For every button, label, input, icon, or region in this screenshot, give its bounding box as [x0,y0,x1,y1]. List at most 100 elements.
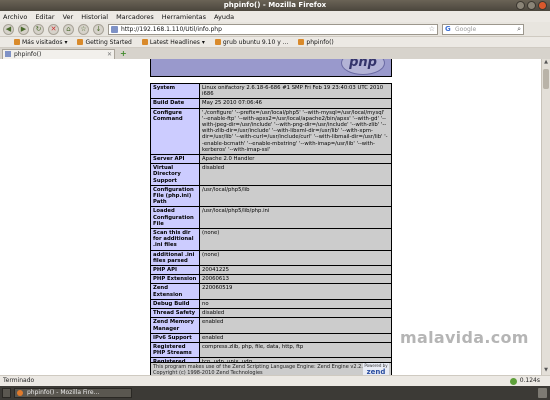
row-value: (none) [199,249,392,267]
table-row: PHP API 20041225 [150,265,392,276]
row-key: Debug Build [150,298,200,310]
google-icon: G [445,25,451,33]
url-bar[interactable]: http://192.168.1.110/Util/info.php ☆ [108,24,438,35]
table-row: Scan this dir for additional .ini files(… [150,228,392,251]
scroll-down-icon[interactable]: ▼ [542,367,550,375]
bookmarks-toolbar: Más visitados ▾ Getting Started Latest H… [0,37,550,48]
row-key: Registered PHP Streams [150,341,200,359]
table-row: Registered PHP Streams compress.zlib, php… [150,341,392,359]
download-button[interactable]: ↓ [93,24,104,35]
close-button[interactable] [538,1,547,10]
menu-archivo[interactable]: Archivo [3,13,27,21]
reload-button[interactable]: ↻ [33,24,44,35]
tab-label: phpinfo() [14,51,42,58]
tab-bar: phpinfo() ✕ + [0,48,550,59]
row-key: Scan this dir for additional .ini files [150,228,200,251]
menu-ayuda[interactable]: Ayuda [214,13,234,21]
row-value: Apache 2.0 Handler [199,154,392,165]
stop-button[interactable]: ✕ [48,24,59,35]
row-value: (none) [199,228,392,251]
scrollbar-thumb[interactable] [543,69,549,89]
row-key: PHP Extension [150,274,200,285]
table-row: Configure Command './configure' '--prefix… [150,107,392,156]
firefox-icon [17,390,23,396]
vertical-scrollbar[interactable]: ▲ ▼ [541,59,550,375]
row-key: Configure Command [150,107,200,156]
window-title: phpinfo() - Mozilla Firefox [223,1,327,9]
close-tab-icon[interactable]: ✕ [107,50,112,59]
row-value: May 25 2010 07:06:46 [199,98,392,109]
menu-historial[interactable]: Historial [81,13,108,21]
bookmark-button[interactable]: ☆ [78,24,89,35]
row-value: enabled [199,317,392,334]
forward-button[interactable]: ▶ [18,24,29,35]
zend-footer: This program makes use of the Zend Scrip… [150,362,392,375]
row-key: Build Date [150,98,200,109]
minimize-button[interactable] [516,1,525,10]
forward-arrow-icon: ▶ [20,25,27,33]
window-controls [516,1,547,10]
url-text: http://192.168.1.110/Util/info.php [121,26,222,33]
page-icon [214,39,221,45]
table-row: Zend Memory Manager enabled [150,317,392,334]
site-favicon-icon [111,26,118,33]
status-timer: 0.124s [519,377,540,384]
back-button[interactable]: ◀ [3,24,14,35]
taskbar-window-label: phpinfo() - Mozilla Fire... [27,389,100,396]
row-key: additional .ini files parsed [150,249,200,267]
taskbar-firefox-window[interactable]: phpinfo() - Mozilla Fire... [14,388,132,398]
bookmark-phpinfo[interactable]: phpinfo() [298,39,334,46]
table-row: Thread Safety disabled [150,308,392,319]
navigation-toolbar: ◀ ▶ ↻ ✕ ⌂ ☆ ↓ http://192.168.1.110/Util/… [0,22,550,37]
row-key: IPv6 Support [150,332,200,343]
menu-marcadores[interactable]: Marcadores [116,13,154,21]
star-icon[interactable]: ☆ [429,25,435,34]
row-value: enabled [199,332,392,343]
download-icon: ↓ [95,25,102,33]
table-row: Zend Extension 220060519 [150,283,392,300]
row-value: 20060613 [199,274,392,285]
menu-herramientas[interactable]: Herramientas [162,13,206,21]
bookmark-folder-icon [14,39,20,45]
row-value: /usr/local/php5/lib [199,184,392,208]
row-key: Virtual Directory Support [150,163,200,186]
window-titlebar[interactable]: phpinfo() - Mozilla Firefox [0,0,550,11]
trash-icon[interactable] [538,388,547,398]
new-tab-button[interactable]: + [120,49,127,58]
row-value: 220060519 [199,283,392,300]
bookmark-most-visited[interactable]: Más visitados ▾ [14,39,67,46]
stop-icon: ✕ [50,25,57,33]
home-button[interactable]: ⌂ [63,24,74,35]
table-row: Server API Apache 2.0 Handler [150,154,392,165]
tab-phpinfo[interactable]: phpinfo() ✕ [2,49,115,59]
search-icon[interactable]: ⌕ [517,25,521,34]
row-value: 20041225 [199,265,392,276]
table-row: Debug Build no [150,298,392,310]
row-key: Loaded Configuration File [150,206,200,230]
row-value: './configure' '--prefix=/usr/local/php5'… [199,107,392,156]
page-icon [298,39,305,45]
firefox-icon [77,39,84,45]
table-row: additional .ini files parsed (none) [150,249,392,267]
row-key: PHP API [150,265,200,276]
bookmark-grub-ubuntu[interactable]: grub ubuntu 9.10 y ... [214,39,288,46]
bookmark-latest-headlines[interactable]: Latest Headlines ▾ [141,39,205,46]
status-bar: Terminado 0.124s [0,375,550,386]
tab-favicon-icon [5,51,11,57]
menu-ver[interactable]: Ver [63,13,74,21]
table-row: IPv6 Support enabled [150,332,392,343]
table-row: Configuration File (php.ini) Path/usr/lo… [150,184,392,208]
menu-editar[interactable]: Editar [35,13,54,21]
bookmark-getting-started[interactable]: Getting Started [77,39,132,46]
rss-icon [141,39,148,45]
row-value: disabled [199,308,392,319]
maximize-button[interactable] [527,1,536,10]
taskbar: phpinfo() - Mozilla Fire... [0,386,550,400]
scroll-up-icon[interactable]: ▲ [542,59,550,67]
show-desktop-button[interactable] [2,388,11,398]
table-row: System Linux onifactory 2.6.18-6-686 #1 S… [150,82,392,100]
reload-icon: ↻ [35,25,42,33]
search-placeholder: Google [455,26,477,33]
search-input[interactable]: G Google ⌕ [442,24,524,35]
row-value: compress.zlib, php, file, data, http, ft… [199,341,392,359]
